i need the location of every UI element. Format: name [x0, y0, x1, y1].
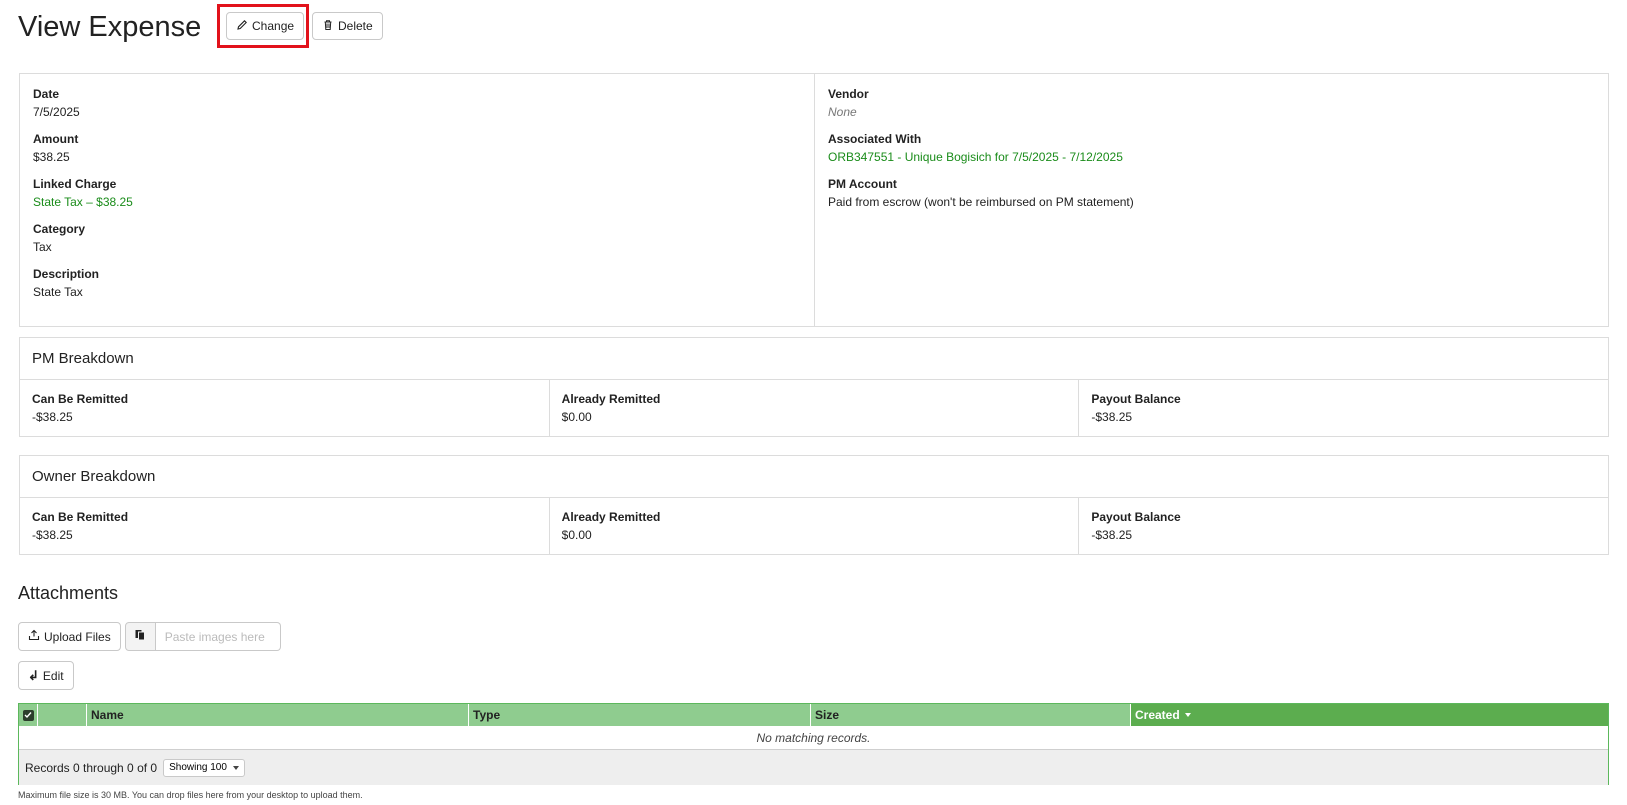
page-title: View Expense — [18, 11, 202, 43]
field-value: 7/5/2025 — [33, 105, 80, 119]
breakdown-cell: Can Be Remitted -$38.25 — [20, 380, 549, 436]
column-header-size[interactable]: Size — [811, 704, 1131, 726]
page-size-label: Showing 100 — [169, 762, 227, 773]
panel-title: PM Breakdown — [20, 338, 1608, 380]
pm-breakdown-panel: PM Breakdown Can Be Remitted -$38.25 Alr… — [19, 337, 1609, 437]
edit-label: Edit — [42, 668, 64, 683]
cell-value: $0.00 — [561, 410, 592, 424]
expense-details-panel: Date 7/5/2025 Amount $38.25 Linked Charg… — [19, 73, 1609, 327]
paste-images-group — [124, 622, 281, 651]
field-category: Category Tax — [33, 221, 801, 256]
upload-hint: Maximum file size is 30 MB. You can drop… — [18, 790, 363, 800]
field-pm-account: PM Account Paid from escrow (won't be re… — [828, 176, 1595, 211]
sort-desc-icon — [1184, 713, 1191, 717]
paste-button[interactable] — [124, 622, 156, 651]
column-header-blank — [38, 704, 87, 726]
attachments-table: Name Type Size Created No matching recor… — [18, 703, 1609, 785]
delete-button-label: Delete — [338, 19, 373, 33]
trash-icon — [322, 19, 334, 34]
cell-value: -$38.25 — [1091, 528, 1133, 542]
field-date: Date 7/5/2025 — [33, 86, 801, 121]
cell-label: Already Remitted — [561, 510, 661, 524]
upload-files-button[interactable]: Upload Files — [18, 622, 121, 651]
field-value: None — [828, 105, 857, 119]
owner-breakdown-panel: Owner Breakdown Can Be Remitted -$38.25 … — [19, 455, 1609, 555]
field-label: Description — [33, 267, 100, 281]
field-label: PM Account — [828, 177, 897, 191]
details-right-column: Vendor None Associated With ORB347551 - … — [815, 74, 1608, 326]
field-linked-charge: Linked Charge State Tax – $38.25 — [33, 176, 801, 211]
cell-label: Payout Balance — [1091, 392, 1181, 406]
field-label: Associated With — [828, 132, 922, 146]
breakdown-cell: Already Remitted $0.00 — [548, 380, 1079, 436]
column-header-name[interactable]: Name — [87, 704, 469, 726]
select-all-column — [19, 704, 38, 726]
page-size-dropdown[interactable]: Showing 100 — [163, 758, 245, 777]
sort-icon: ↲ — [28, 667, 39, 683]
table-header: Name Type Size Created — [19, 704, 1608, 726]
linked-charge-link[interactable]: State Tax – $38.25 — [33, 193, 801, 211]
field-label: Amount — [33, 132, 79, 146]
delete-button[interactable]: Delete — [312, 12, 383, 40]
breakdown-cell: Payout Balance -$38.25 — [1078, 380, 1608, 436]
field-value: Tax — [33, 240, 52, 254]
pencil-icon — [236, 19, 248, 34]
created-label: Created — [1135, 708, 1180, 722]
field-value: State Tax — [33, 285, 83, 299]
cell-label: Already Remitted — [561, 392, 661, 406]
details-left-column: Date 7/5/2025 Amount $38.25 Linked Charg… — [20, 74, 815, 326]
page-header: View Expense — [18, 8, 201, 46]
field-amount: Amount $38.25 — [33, 131, 801, 166]
breakdown-cell: Payout Balance -$38.25 — [1078, 498, 1608, 554]
column-header-created[interactable]: Created — [1131, 704, 1608, 726]
upload-files-label: Upload Files — [44, 629, 111, 644]
field-description: Description State Tax — [33, 266, 801, 301]
change-button[interactable]: Change — [226, 12, 305, 40]
paste-images-input[interactable] — [155, 622, 281, 651]
cell-value: -$38.25 — [32, 528, 73, 542]
field-label: Linked Charge — [33, 177, 117, 191]
panel-title: Owner Breakdown — [20, 456, 1608, 498]
field-value: $38.25 — [33, 150, 70, 164]
edit-attachments-button[interactable]: ↲ Edit — [18, 661, 74, 690]
change-button-label: Change — [252, 19, 295, 33]
field-label: Date — [33, 87, 60, 101]
cell-value: $0.00 — [561, 528, 592, 542]
upload-toolbar: Upload Files — [18, 622, 281, 651]
select-all-checkbox[interactable] — [22, 709, 34, 721]
cell-value: -$38.25 — [1091, 410, 1133, 424]
panel-body: Can Be Remitted -$38.25 Already Remitted… — [20, 380, 1608, 436]
attachments-heading: Attachments — [18, 583, 119, 603]
associated-with-link[interactable]: ORB347551 - Unique Bogisich for 7/5/2025… — [828, 148, 1595, 166]
empty-table-message: No matching records. — [19, 726, 1608, 750]
panel-body: Can Be Remitted -$38.25 Already Remitted… — [20, 498, 1608, 554]
field-label: Vendor — [828, 87, 869, 101]
table-footer: Records 0 through 0 of 0 Showing 100 — [19, 750, 1608, 785]
records-count: Records 0 through 0 of 0 — [25, 760, 158, 775]
field-label: Category — [33, 222, 86, 236]
breakdown-cell: Can Be Remitted -$38.25 — [20, 498, 549, 554]
cell-label: Can Be Remitted — [32, 510, 129, 524]
copy-icon — [134, 629, 146, 644]
cell-label: Payout Balance — [1091, 510, 1181, 524]
field-vendor: Vendor None — [828, 86, 1595, 121]
column-header-type[interactable]: Type — [469, 704, 811, 726]
chevron-down-icon — [232, 765, 239, 770]
field-associated-with: Associated With ORB347551 - Unique Bogis… — [828, 131, 1595, 166]
field-value: Paid from escrow (won't be reimbursed on… — [828, 195, 1134, 209]
cell-value: -$38.25 — [32, 410, 73, 424]
upload-icon — [28, 629, 40, 644]
cell-label: Can Be Remitted — [32, 392, 129, 406]
expense-page: View Expense Change Delete Date 7/5/2025… — [0, 0, 1627, 805]
breakdown-cell: Already Remitted $0.00 — [548, 498, 1079, 554]
